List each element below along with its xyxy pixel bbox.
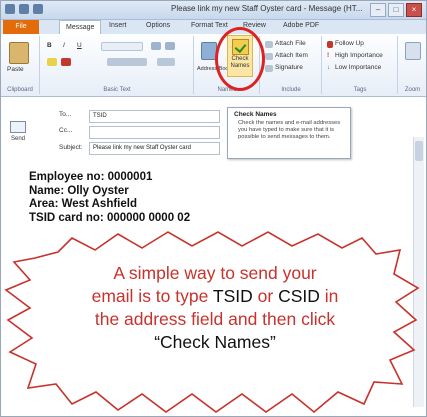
highlight-color-icon[interactable]: [47, 58, 57, 66]
paste-icon[interactable]: [9, 42, 29, 64]
body-line: Name: Olly Oyster: [29, 184, 129, 197]
tab-file[interactable]: File: [3, 20, 39, 34]
save-icon[interactable]: [5, 4, 15, 14]
undo-icon[interactable]: [19, 4, 29, 14]
body-line: TSID card no: 000000 0000 02: [29, 211, 191, 224]
check-names-keyword: Check Names: [160, 332, 270, 352]
low-importance-icon: ↓: [327, 64, 331, 71]
ribbon-tabs: File Message Insert Options Format Text …: [1, 20, 426, 34]
include-group-label: Include: [281, 87, 301, 93]
tab-message[interactable]: Message: [59, 20, 102, 34]
callout-text-span: in: [319, 286, 339, 306]
window-controls: – □ ×: [370, 3, 422, 17]
body-line: Area: West Ashfield: [29, 198, 137, 210]
zoom-group: Zoom: [399, 36, 426, 94]
bullets-icon[interactable]: [151, 42, 161, 50]
zoom-icon[interactable]: [405, 42, 421, 60]
ribbon: Paste Clipboard B I U Basic Text Address…: [1, 34, 426, 97]
tab-format-text[interactable]: Format Text: [191, 22, 228, 29]
align-icons[interactable]: [107, 58, 147, 66]
subject-field[interactable]: Please link my new Staff Oyster card: [89, 142, 220, 155]
tooltip-title: Check Names: [234, 111, 277, 118]
quick-access-toolbar: [5, 4, 43, 14]
bold-button[interactable]: B: [47, 42, 52, 49]
message-header: Send To... TSID Cc... Subject: Please li…: [1, 97, 426, 159]
indent-icons[interactable]: [157, 58, 175, 66]
low-importance-button[interactable]: Low Importance: [335, 64, 381, 71]
send-label: Send: [10, 136, 25, 142]
follow-up-button[interactable]: Follow Up: [335, 40, 364, 47]
csid-keyword: CSID: [278, 286, 320, 306]
attach-item-icon: [265, 53, 273, 60]
font-size-box[interactable]: [101, 42, 143, 51]
attach-file-icon: [265, 41, 273, 48]
callout-text-span: or: [252, 286, 279, 306]
send-envelope-icon: [10, 121, 26, 133]
highlight-circle: [215, 27, 265, 91]
title-bar: Please link my new Staff Oyster card - M…: [1, 1, 426, 20]
close-button[interactable]: ×: [406, 3, 422, 17]
basic-text-group-label: Basic Text: [103, 87, 131, 93]
signature-button[interactable]: Signature: [275, 64, 303, 71]
tab-insert[interactable]: Insert: [109, 22, 127, 29]
underline-button[interactable]: U: [77, 42, 82, 49]
attach-file-button[interactable]: Attach File: [275, 40, 306, 47]
follow-up-flag-icon: [327, 41, 333, 48]
minimize-button[interactable]: –: [370, 3, 386, 17]
tags-group: Follow Up ! High Importance ↓ Low Import…: [323, 36, 398, 94]
tooltip-body: Check the names and e-mail addresses you…: [238, 120, 341, 140]
callout-text: A simple way to send your email is to ty…: [48, 262, 382, 354]
subject-label: Subject:: [59, 144, 83, 151]
high-importance-icon: !: [327, 52, 330, 59]
italic-button[interactable]: I: [63, 42, 65, 49]
basic-text-group: B I U Basic Text: [41, 36, 194, 94]
font-color-icon[interactable]: [61, 58, 71, 66]
include-group: Attach File Attach Item Signature Includ…: [261, 36, 322, 94]
maximize-button[interactable]: □: [388, 3, 404, 17]
check-names-tooltip: Check Names Check the names and e-mail a…: [227, 107, 351, 159]
redo-icon[interactable]: [33, 4, 43, 14]
signature-icon: [265, 65, 273, 72]
clipboard-group: Paste Clipboard: [1, 36, 40, 94]
quote-close: ”: [269, 332, 276, 352]
cc-field[interactable]: [89, 126, 220, 139]
callout-line-4: “Check Names”: [48, 331, 382, 354]
high-importance-button[interactable]: High Importance: [335, 52, 383, 59]
tags-group-label: Tags: [353, 87, 367, 93]
body-line: Employee no: 0000001: [29, 171, 153, 183]
callout-text-span: email is to type: [91, 286, 213, 306]
scrollbar-thumb[interactable]: [415, 141, 423, 161]
window-title: Please link my new Staff Oyster card - M…: [171, 4, 363, 13]
clipboard-group-label: Clipboard: [7, 87, 33, 93]
callout-line-2: email is to type TSID or CSID in: [48, 285, 382, 308]
zoom-group-label: Zoom: [404, 87, 421, 93]
numbering-icon[interactable]: [165, 42, 175, 50]
paste-button[interactable]: Paste: [7, 66, 24, 73]
message-body[interactable]: Employee no: 0000001 Name: Olly Oyster A…: [29, 171, 190, 225]
callout-line-1: A simple way to send your: [113, 263, 317, 283]
callout-line-3: the address field and then click: [94, 309, 336, 329]
tab-adobe-pdf[interactable]: Adobe PDF: [283, 22, 319, 29]
attach-item-button[interactable]: Attach Item: [275, 52, 308, 59]
tab-options[interactable]: Options: [146, 22, 170, 29]
to-field[interactable]: TSID: [89, 110, 220, 123]
tsid-keyword: TSID: [212, 286, 253, 306]
send-button[interactable]: Send: [7, 119, 29, 147]
